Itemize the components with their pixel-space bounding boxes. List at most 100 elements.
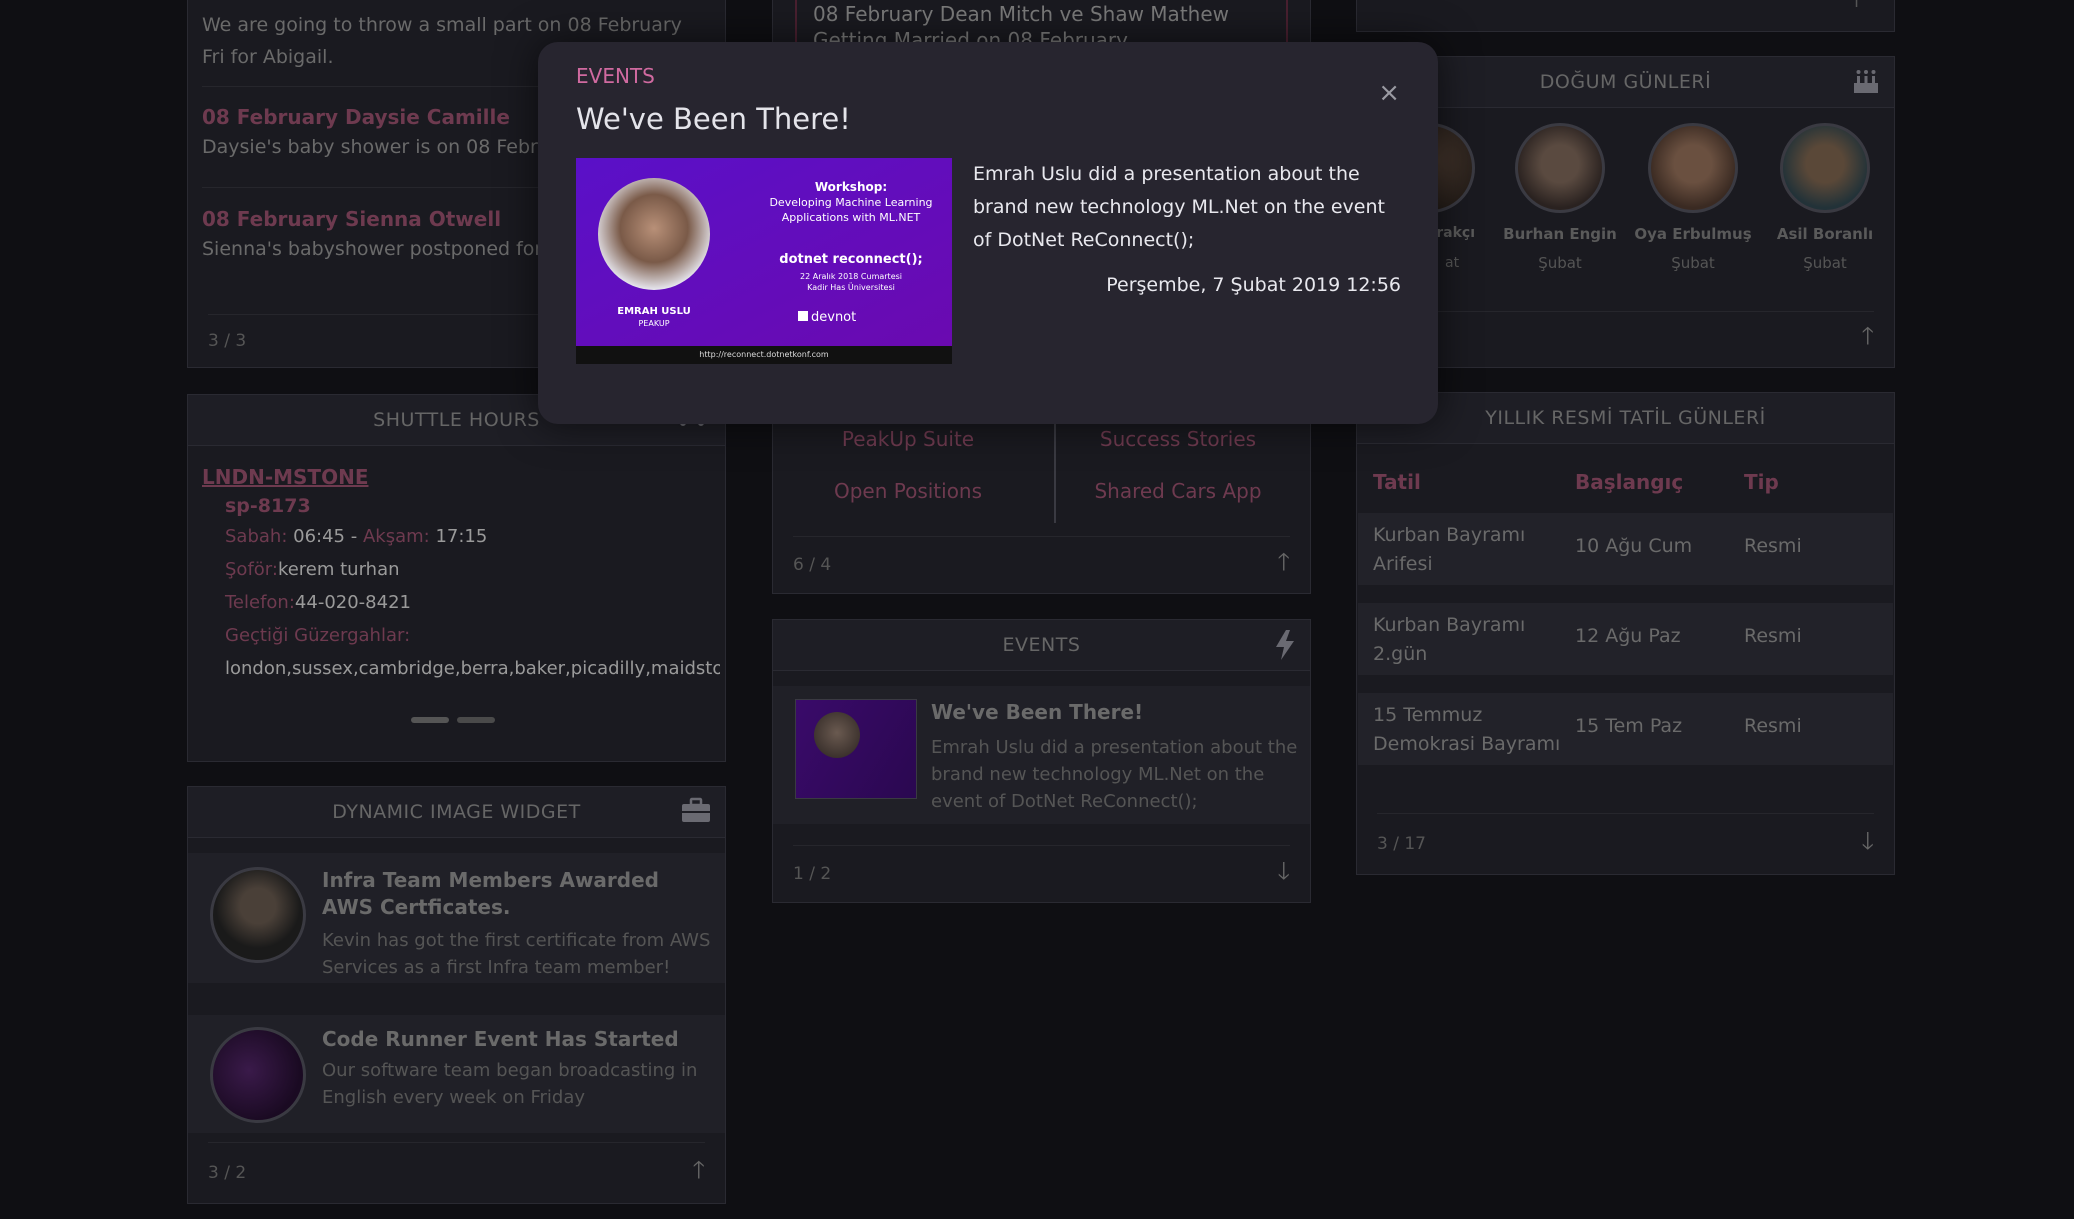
event-title: We've Been There! bbox=[931, 700, 1144, 724]
holiday-name: Kurban Bayramı Arifesi bbox=[1373, 524, 1526, 575]
modal-description: Emrah Uslu did a presentation about the … bbox=[973, 163, 1385, 251]
birthday-name-3: Oya Erbulmuş bbox=[1634, 225, 1752, 243]
dynamic-item-1[interactable]: Infra Team Members Awarded AWS Certficat… bbox=[188, 853, 725, 983]
dynamic-image-header: DYNAMIC IMAGE WIDGET bbox=[188, 787, 725, 838]
phone-label: Telefon: bbox=[225, 592, 295, 613]
morning-label: Sabah: bbox=[225, 526, 288, 547]
close-icon[interactable]: × bbox=[1378, 78, 1400, 108]
holiday-name: 15 Temmuz Demokrasi Bayramı bbox=[1373, 704, 1561, 755]
arrow-down-icon[interactable]: 🡓 bbox=[1862, 824, 1874, 865]
events-footer: 1 / 2 🡓 bbox=[793, 845, 1290, 902]
modal-event-image: Workshop: Developing Machine Learning Ap… bbox=[576, 158, 952, 364]
announcement-title-2[interactable]: 08 February Daysie Camille bbox=[202, 105, 510, 129]
event-modal: EVENTS We've Been There! × Workshop: Dev… bbox=[538, 42, 1438, 424]
modal-title: We've Been There! bbox=[576, 102, 851, 136]
carousel-dot-2[interactable] bbox=[457, 717, 495, 723]
scroll-up-icon[interactable]: ↑ bbox=[1849, 0, 1864, 12]
events-header: EVENTS bbox=[773, 620, 1310, 671]
event-thumbnail bbox=[795, 699, 917, 799]
avatar-oya-erbulmus[interactable] bbox=[1648, 123, 1738, 213]
image-event: dotnet reconnect(); bbox=[779, 252, 923, 267]
dynamic-item-1-title: Infra Team Members Awarded AWS Certficat… bbox=[322, 868, 659, 919]
bolt-icon bbox=[1274, 630, 1296, 666]
image-topic-2: Applications with ML.NET bbox=[781, 211, 921, 224]
routes-label: Geçtiği Güzergahlar: bbox=[225, 625, 411, 646]
holiday-name: Kurban Bayramı 2.gün bbox=[1373, 614, 1526, 665]
devnot-logo-icon bbox=[798, 311, 808, 321]
image-date: 22 Aralık 2018 Cumartesi bbox=[800, 272, 902, 281]
birthday-name-2: Burhan Engin bbox=[1503, 225, 1617, 243]
announcement-desc-2: Daysie's baby shower is on 08 February bbox=[202, 136, 581, 158]
birthday-month-2: Şubat bbox=[1538, 254, 1582, 272]
birthday-month-4: Şubat bbox=[1803, 254, 1847, 272]
avatar-asil-boranli[interactable] bbox=[1780, 123, 1870, 213]
driver-label: Şoför: bbox=[225, 559, 278, 580]
birthday-month-1: at bbox=[1445, 255, 1460, 271]
dynamic-image-footer: 3 / 2 🡑 bbox=[208, 1142, 705, 1203]
image-brand: devnot bbox=[798, 310, 856, 325]
table-row: Kurban Bayramı Arifesi 10 Ağu Cum Resmi bbox=[1358, 513, 1893, 585]
carousel-dot-1[interactable] bbox=[411, 717, 449, 723]
shuttle-code: sp-8173 bbox=[225, 495, 311, 517]
shuttle-route[interactable]: LNDN-MSTONE bbox=[202, 465, 368, 489]
link-open-positions[interactable]: Open Positions bbox=[773, 479, 1043, 503]
morning-time: 06:45 bbox=[293, 526, 345, 547]
events-pager: 1 / 2 bbox=[793, 864, 832, 884]
link-success-stories[interactable]: Success Stories bbox=[1043, 427, 1310, 451]
image-url: http://reconnect.dotnetkonf.com bbox=[699, 350, 829, 359]
dynamic-item-2-title: Code Runner Event Has Started bbox=[322, 1027, 679, 1051]
link-shared-cars-app[interactable]: Shared Cars App bbox=[1043, 479, 1310, 503]
holiday-type: Resmi bbox=[1744, 535, 1802, 557]
arrow-down-icon[interactable]: 🡓 bbox=[1278, 854, 1290, 895]
announcements-pager: 3 / 3 bbox=[208, 331, 247, 351]
dynamic-item-2-avatar bbox=[210, 1027, 306, 1123]
birthday-month-3: Şubat bbox=[1671, 254, 1715, 272]
holidays-footer: 3 / 17 🡓 bbox=[1377, 813, 1874, 874]
shuttle-title: SHUTTLE HOURS bbox=[373, 409, 540, 431]
arrow-up-icon[interactable]: 🡑 bbox=[693, 1153, 705, 1194]
image-brand-text: devnot bbox=[811, 310, 857, 325]
table-row: 15 Temmuz Demokrasi Bayramı 15 Tem Paz R… bbox=[1358, 693, 1893, 765]
image-workshop: Workshop: bbox=[814, 180, 888, 194]
dynamic-item-2[interactable]: Code Runner Event Has Started Our softwa… bbox=[188, 1015, 725, 1133]
birthdays-footer: 🡑 bbox=[1377, 311, 1874, 367]
phone-number: 44-020-8421 bbox=[294, 592, 411, 613]
holiday-start: 10 Ağu Cum bbox=[1575, 535, 1693, 557]
cake-icon bbox=[1852, 67, 1880, 101]
arrow-up-icon[interactable]: 🡑 bbox=[1862, 319, 1874, 360]
birthday-name-4: Asil Boranlı bbox=[1776, 225, 1874, 243]
shuttle-widget: SHUTTLE HOURS LNDN-MSTONE sp-8173 Sabah:… bbox=[187, 394, 726, 762]
image-topic-1: Developing Machine Learning bbox=[769, 196, 933, 209]
birthdays-title: DOĞUM GÜNLERİ bbox=[1539, 71, 1712, 93]
evening-label: Akşam: bbox=[362, 526, 430, 547]
dynamic-image-pager: 3 / 2 bbox=[208, 1163, 247, 1183]
events-widget: EVENTS We've Been There! Emrah Uslu did … bbox=[772, 619, 1311, 903]
holidays-widget: YILLIK RESMİ TATİL GÜNLERİ Tatil Başlang… bbox=[1356, 392, 1895, 875]
time-separator: - bbox=[350, 526, 358, 547]
dynamic-item-1-avatar bbox=[210, 867, 306, 963]
dynamic-image-widget: DYNAMIC IMAGE WIDGET Infra Team Members … bbox=[187, 786, 726, 1204]
driver-name: kerem turhan bbox=[277, 559, 400, 580]
events-title: EVENTS bbox=[1002, 634, 1081, 656]
links-footer: 6 / 4 🡑 bbox=[793, 536, 1290, 593]
dynamic-item-2-desc: Our software team began broadcasting in … bbox=[322, 1060, 698, 1108]
arrow-up-icon[interactable]: 🡑 bbox=[1278, 545, 1290, 586]
holidays-pager: 3 / 17 bbox=[1377, 834, 1426, 854]
announcement-title-3[interactable]: 08 February Sienna Otwell bbox=[202, 207, 501, 231]
event-desc: Emrah Uslu did a presentation about the … bbox=[931, 737, 1298, 812]
links-pager: 6 / 4 bbox=[793, 555, 832, 575]
modal-category: EVENTS bbox=[576, 64, 655, 88]
table-row: Kurban Bayramı 2.gün 12 Ağu Paz Resmi bbox=[1358, 603, 1893, 675]
avatar-burhan-engin[interactable] bbox=[1515, 123, 1605, 213]
image-speaker: EMRAH USLU bbox=[617, 306, 691, 317]
column-tatil: Tatil bbox=[1373, 470, 1421, 494]
link-peakup-suite[interactable]: PeakUp Suite bbox=[773, 427, 1043, 451]
holiday-type: Resmi bbox=[1744, 625, 1802, 647]
event-item[interactable]: We've Been There! Emrah Uslu did a prese… bbox=[773, 686, 1310, 824]
column-tip: Tip bbox=[1744, 470, 1779, 494]
briefcase-icon bbox=[681, 797, 711, 829]
top-right-widget: ↑ bbox=[1356, 0, 1895, 32]
column-baslangic: Başlangıç bbox=[1575, 470, 1684, 494]
image-company: PEAKUP bbox=[638, 319, 670, 328]
holidays-title: YILLIK RESMİ TATİL GÜNLERİ bbox=[1485, 407, 1766, 429]
